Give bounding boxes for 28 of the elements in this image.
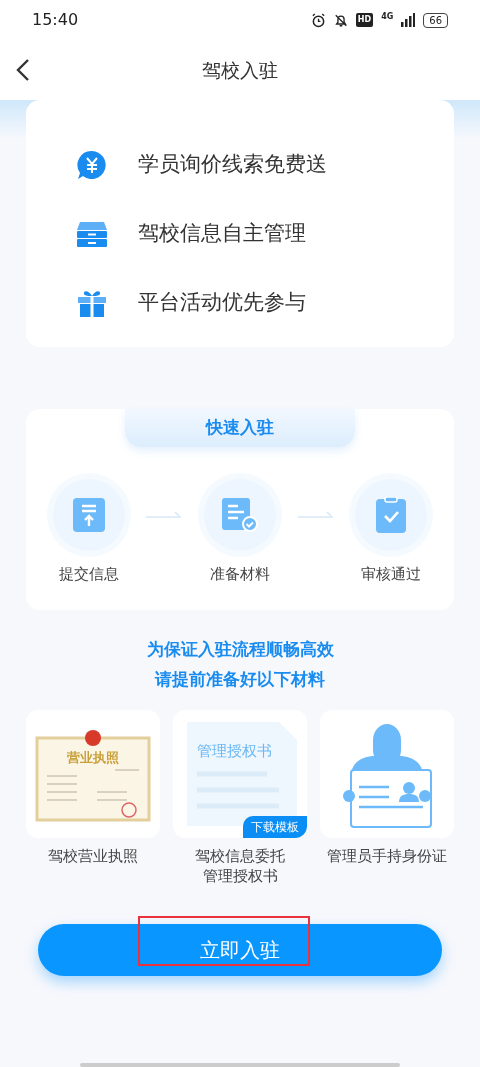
material-label: 管理员手持身份证 — [326, 845, 448, 866]
notice-text: 请提前准备好以下材料 — [153, 667, 326, 691]
section-title: 快速入驻 — [125, 409, 355, 447]
material-label: 驾校信息委托 — [194, 845, 286, 866]
muted-bell-icon — [333, 12, 348, 28]
benefit-text: 学员询价线索免费送 — [138, 150, 327, 178]
material-label: 驾校营业执照 — [47, 845, 139, 866]
page-title: 驾校入驻 — [202, 57, 278, 83]
submit-button[interactable]: 立即入驻 — [38, 923, 442, 976]
status-time: 15:40 — [32, 9, 79, 31]
benefit-text: 驾校信息自主管理 — [138, 219, 306, 247]
step-label: 准备材料 — [210, 564, 270, 585]
signal-icon — [401, 13, 416, 27]
alarm-icon — [310, 12, 326, 28]
battery-indicator: 66 — [423, 12, 448, 28]
notice-text: 为保证入驻流程顺畅高效 — [145, 637, 335, 661]
material-label: 管理授权书 — [201, 865, 279, 886]
hd-badge: HD — [355, 13, 374, 27]
cabinet-icon — [76, 219, 108, 248]
benefit-text: 平台活动优先参与 — [138, 288, 306, 316]
document-check-icon — [222, 498, 258, 532]
network-label: 4G — [381, 10, 394, 23]
back-icon[interactable] — [16, 58, 30, 82]
clipboard-check-icon — [376, 497, 407, 533]
step-label: 审核通过 — [361, 564, 422, 585]
step-label: 提交信息 — [58, 564, 119, 585]
upload-document-icon — [72, 498, 105, 532]
yuan-chat-icon — [76, 148, 108, 181]
